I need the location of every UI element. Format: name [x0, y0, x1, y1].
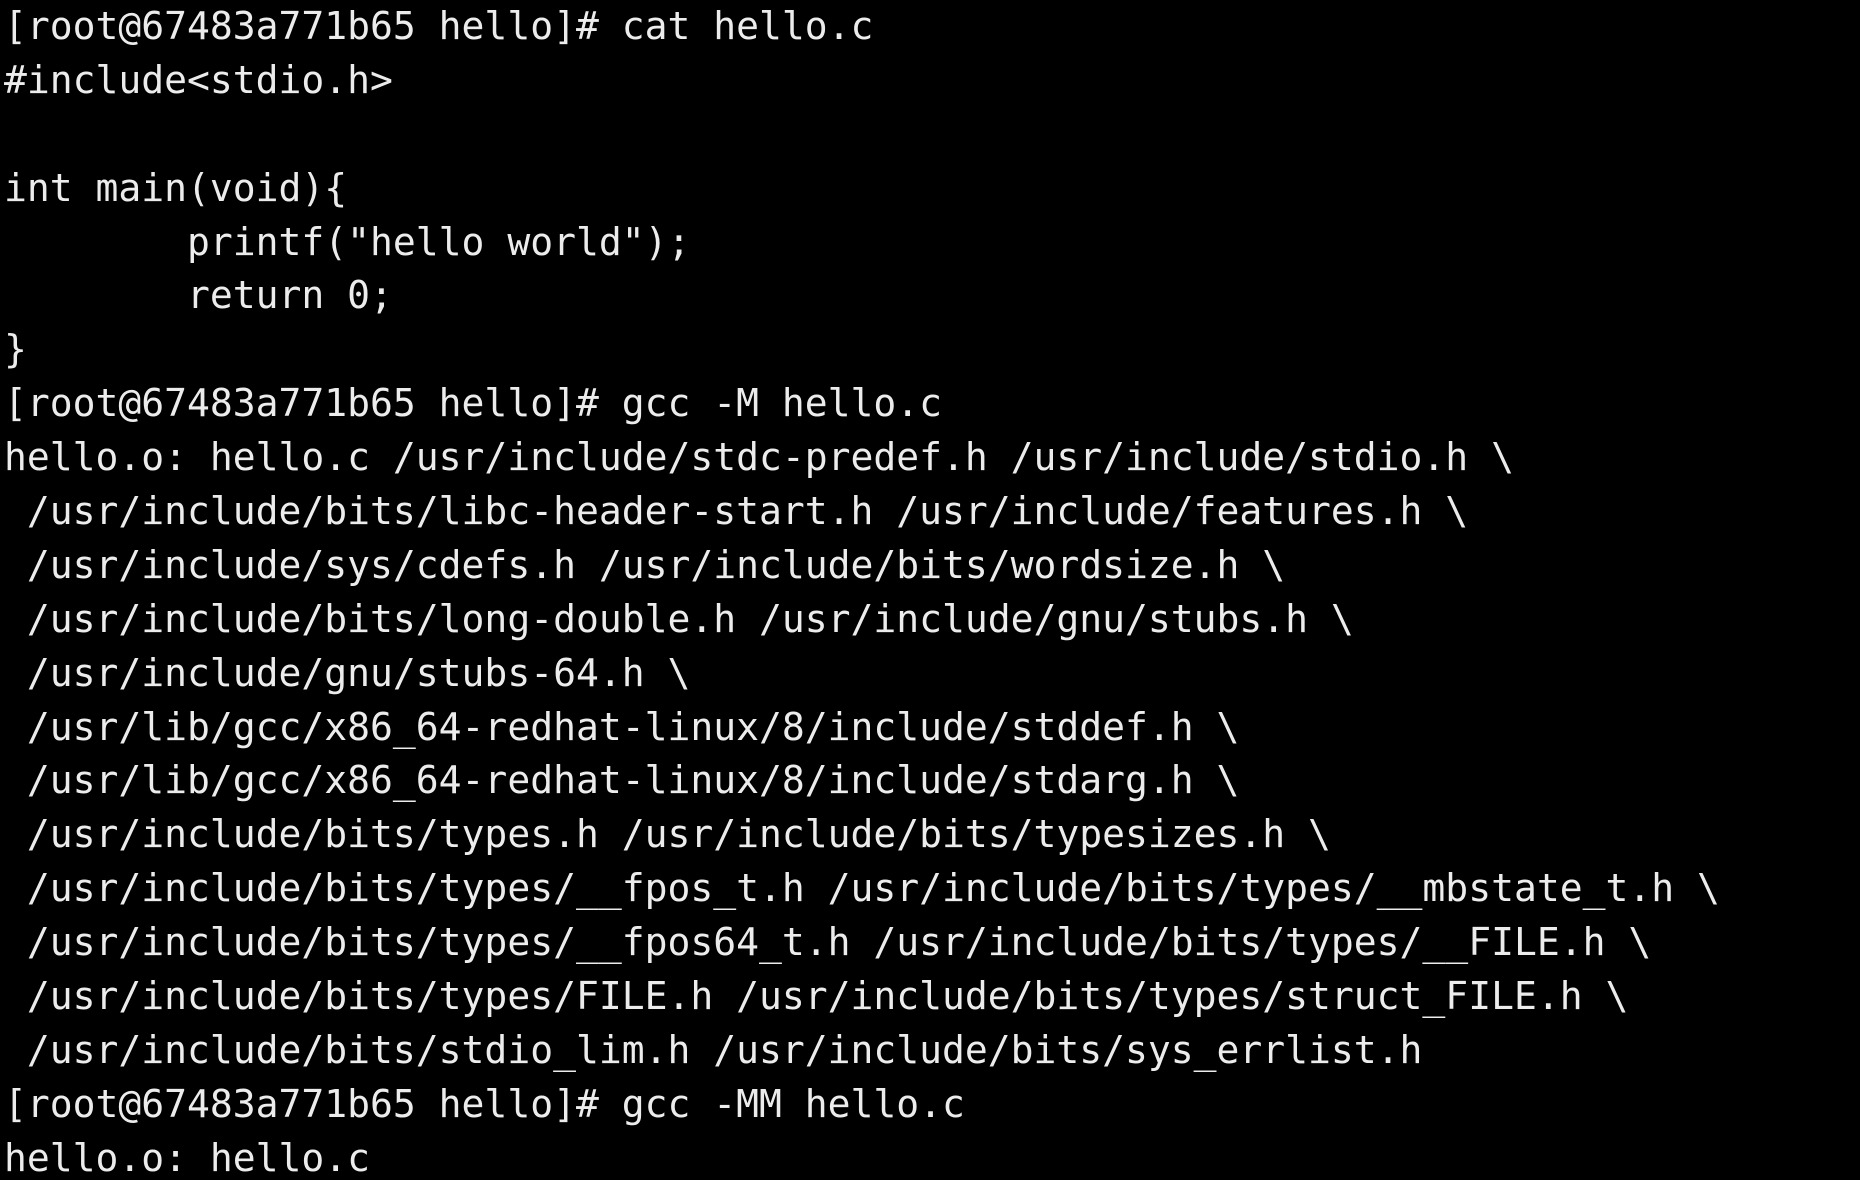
output-line: /usr/include/bits/types/__fpos64_t.h /us… [4, 920, 1652, 965]
output-line: /usr/include/bits/types.h /usr/include/b… [4, 812, 1331, 857]
output-line: /usr/include/bits/long-double.h /usr/inc… [4, 596, 1354, 641]
output-line: /usr/lib/gcc/x86_64-redhat-linux/8/inclu… [4, 758, 1240, 803]
output-line: printf("hello world"); [4, 219, 691, 264]
output-line: /usr/include/sys/cdefs.h /usr/include/bi… [4, 542, 1286, 587]
prompt-line: [root@67483a771b65 hello]# gcc -MM hello… [4, 1081, 965, 1126]
output-line: hello.o: hello.c [4, 1135, 371, 1180]
output-line: /usr/include/bits/libc-header-start.h /u… [4, 489, 1469, 534]
output-line: /usr/include/bits/stdio_lim.h /usr/inclu… [4, 1027, 1423, 1072]
output-line: return 0; [4, 273, 393, 318]
output-line: } [4, 327, 27, 372]
output-line: /usr/lib/gcc/x86_64-redhat-linux/8/inclu… [4, 704, 1240, 749]
output-line: int main(void){ [4, 165, 348, 210]
output-line: /usr/include/gnu/stubs-64.h \ [4, 650, 691, 695]
output-line: /usr/include/bits/types/FILE.h /usr/incl… [4, 974, 1629, 1019]
prompt-line: [root@67483a771b65 hello]# cat hello.c [4, 4, 874, 48]
output-line: /usr/include/bits/types/__fpos_t.h /usr/… [4, 866, 1720, 911]
output-line: #include<stdio.h> [4, 57, 393, 102]
prompt-line: [root@67483a771b65 hello]# gcc -M hello.… [4, 381, 942, 426]
output-line: hello.o: hello.c /usr/include/stdc-prede… [4, 435, 1514, 480]
terminal-output[interactable]: [root@67483a771b65 hello]# cat hello.c #… [0, 0, 1860, 1180]
